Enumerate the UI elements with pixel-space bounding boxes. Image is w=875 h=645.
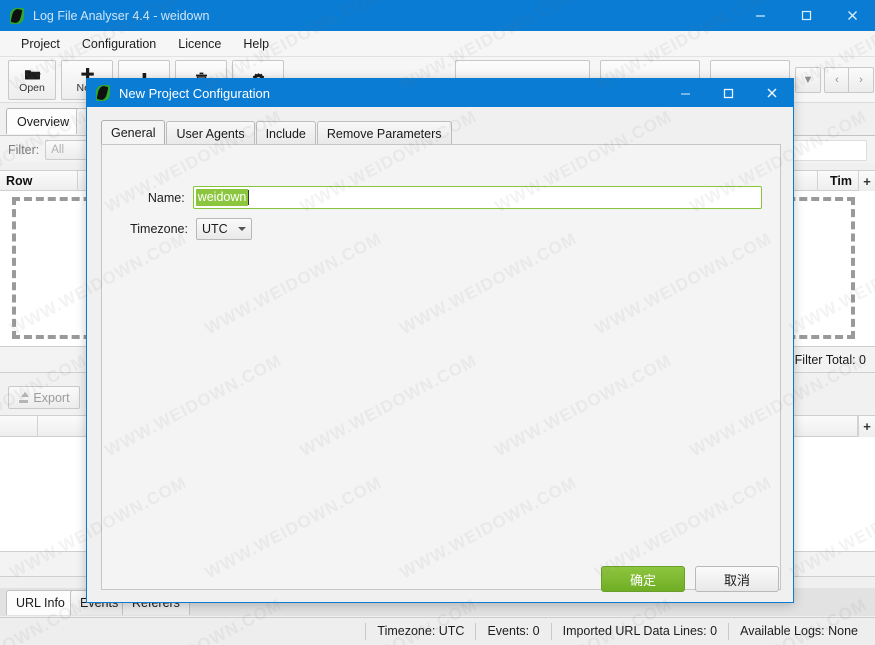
project-name-value: weidown [195,189,249,206]
window-controls [737,0,875,31]
dialog-maximize-icon[interactable] [707,79,750,107]
menu-item-configuration[interactable]: Configuration [71,34,167,54]
dialog-tab-include[interactable]: Include [255,121,316,145]
timezone-label: Timezone: [130,222,188,236]
folder-open-icon [24,67,41,82]
dialog-tab-user-agents[interactable]: User Agents [166,121,255,145]
toolbar-open-button[interactable]: Open [8,60,56,100]
dialog-body: General User Agents Include Remove Param… [87,107,793,604]
timezone-form-row: Timezone: UTC [102,218,252,240]
maximize-icon[interactable] [783,0,829,31]
dialog-ok-button[interactable]: 确定 [601,566,685,592]
menu-item-help[interactable]: Help [232,34,280,54]
app-leaf-icon [95,85,111,101]
lower-column-header-1[interactable] [0,416,38,437]
dialog-tabstrip: General User Agents Include Remove Param… [101,120,453,145]
name-label: Name: [147,190,185,205]
text-caret [248,190,250,205]
menu-item-project[interactable]: Project [10,34,71,54]
export-upload-icon [18,392,30,403]
timezone-select-value: UTC [202,222,228,236]
toolbar-dropdown-button[interactable]: ▼ [795,67,821,93]
dialog-title: New Project Configuration [119,85,271,101]
toolbar-open-label: Open [19,81,45,94]
dialog-general-panel: Name: weidown Timezone: UTC [101,144,781,590]
chevron-down-icon [238,227,246,231]
dialog-cancel-button[interactable]: 取消 [695,566,779,592]
close-icon[interactable] [829,0,875,31]
lower-add-column-button[interactable]: + [858,416,875,437]
filter-label: Filter: [8,142,40,157]
chevron-down-icon: ▼ [802,74,814,86]
menubar: Project Configuration Licence Help [0,31,875,57]
status-imported-url-data-lines: Imported URL Data Lines: 0 [550,623,728,640]
toolbar-next-button[interactable]: › [848,67,874,93]
timezone-select[interactable]: UTC [196,218,252,240]
window-titlebar: Log File Analyser 4.4 - weidown [0,0,875,31]
statusbar: Timezone: UTC Events: 0 Imported URL Dat… [0,617,875,645]
export-button[interactable]: Export [8,386,80,409]
minimize-icon[interactable] [737,0,783,31]
project-name-input[interactable]: weidown [192,186,762,209]
dialog-minimize-icon[interactable] [664,79,707,107]
chevron-left-icon: ‹ [835,74,839,86]
status-timezone: Timezone: UTC [365,623,475,640]
application-window: Log File Analyser 4.4 - weidown Project … [0,0,875,645]
chevron-right-icon: › [859,74,863,86]
dialog-tab-remove-parameters[interactable]: Remove Parameters [316,121,452,145]
menu-item-licence[interactable]: Licence [167,34,232,54]
status-events: Events: 0 [475,623,550,640]
app-leaf-icon [9,7,25,24]
new-project-configuration-dialog: New Project Configuration General User A… [86,78,794,603]
filter-select-value: All [51,143,65,156]
dialog-close-icon[interactable] [750,79,793,107]
dialog-titlebar: New Project Configuration [87,79,793,107]
tab-overview[interactable]: Overview [6,108,81,134]
name-form-row: Name: weidown [102,186,762,209]
dialog-button-row: 确定 取消 [601,566,779,592]
column-header-time[interactable]: Tim [818,171,858,191]
toolbar-prev-button[interactable]: ‹ [824,67,850,93]
window-title: Log File Analyser 4.4 - weidown [33,8,210,23]
dialog-tab-general[interactable]: General [101,120,166,145]
filter-total-label: Filter Total: 0 [794,352,866,367]
add-column-button[interactable]: + [858,171,875,191]
tab-url-info[interactable]: URL Info [6,590,75,615]
status-available-logs: Available Logs: None [728,623,869,640]
export-button-label: Export [33,390,70,405]
column-header-row[interactable]: Row [0,171,78,191]
